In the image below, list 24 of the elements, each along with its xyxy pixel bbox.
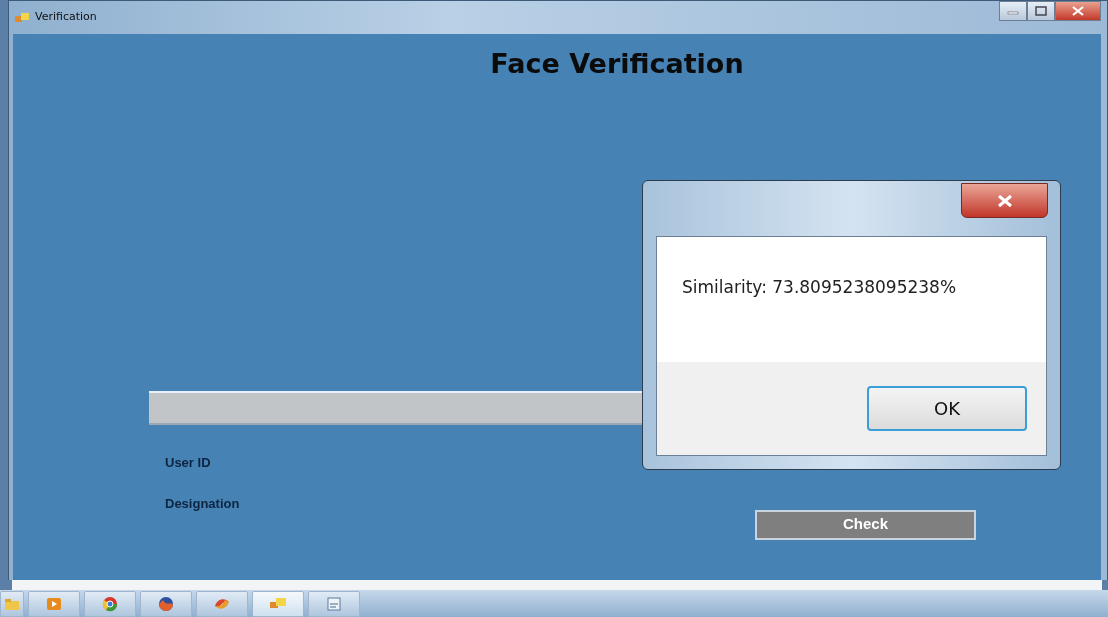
taskbar-button[interactable]	[140, 591, 192, 617]
field-label: Designation	[165, 495, 241, 513]
close-button[interactable]	[961, 183, 1048, 218]
close-button[interactable]	[1055, 1, 1101, 21]
taskbar-button[interactable]	[84, 591, 136, 617]
taskbar-button[interactable]	[196, 591, 248, 617]
check-button[interactable]: Check	[755, 509, 976, 540]
maximize-icon	[1035, 6, 1047, 16]
app-icon	[15, 11, 29, 24]
document-icon	[325, 596, 343, 612]
close-icon	[996, 193, 1013, 208]
ok-button[interactable]: OK	[867, 386, 1027, 431]
play-icon	[45, 596, 63, 612]
swirl-icon	[213, 596, 231, 612]
close-icon	[1072, 6, 1084, 16]
folder-icon	[3, 596, 21, 612]
window-title: Verification	[35, 9, 97, 26]
minimize-button[interactable]	[999, 1, 1027, 21]
globe-icon	[157, 596, 175, 612]
maximize-button[interactable]	[1027, 1, 1055, 21]
heading: Face Verification	[489, 47, 745, 81]
ring-icon	[101, 596, 119, 612]
message-text: Similarity: 73.8095238095238%	[657, 237, 1046, 362]
field-label: User ID	[165, 453, 212, 472]
